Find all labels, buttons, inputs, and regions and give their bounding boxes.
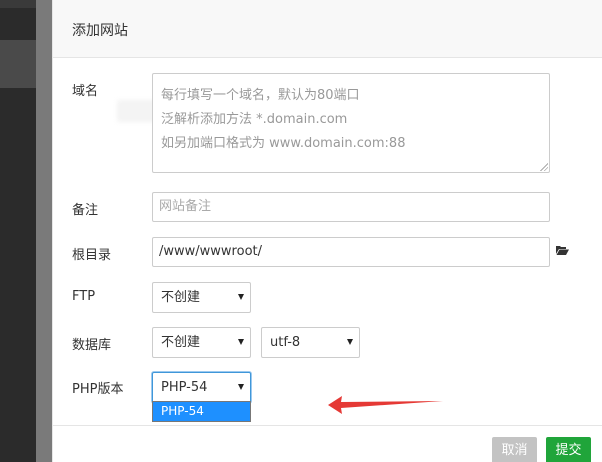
php-version-dropdown: PHP-54 <box>152 401 251 422</box>
chevron-down-icon <box>238 339 244 345</box>
folder-open-icon[interactable] <box>556 245 569 255</box>
dialog-title: 添加网站 <box>72 23 128 39</box>
chevron-down-icon <box>347 339 353 345</box>
cancel-button[interactable]: 取消 <box>492 437 537 462</box>
chevron-down-icon <box>238 294 244 300</box>
database-select-value: 不创建 <box>161 335 201 350</box>
annotation-arrow-icon <box>328 396 443 414</box>
ftp-label: FTP <box>72 289 96 304</box>
resize-grip-icon[interactable] <box>540 163 548 171</box>
domain-placeholder-line: 每行填写一个域名，默认为80端口 <box>161 88 360 103</box>
domain-label: 域名 <box>72 84 99 99</box>
root-dir-input[interactable]: /www/wwwroot/ <box>152 237 550 267</box>
charset-select[interactable]: utf-8 <box>261 327 360 358</box>
remark-input[interactable]: 网站备注 <box>152 192 550 222</box>
php-version-label: PHP版本 <box>72 382 124 397</box>
domain-textarea[interactable]: 每行填写一个域名，默认为80端口 泛解析添加方法 *.domain.com 如另… <box>152 73 550 173</box>
root-dir-label: 根目录 <box>72 248 112 263</box>
php-version-option[interactable]: PHP-54 <box>153 402 250 421</box>
ftp-select[interactable]: 不创建 <box>152 282 251 313</box>
backdrop-strip <box>36 0 52 462</box>
charset-select-value: utf-8 <box>270 335 301 350</box>
dialog-footer: 取消 提交 <box>53 425 602 462</box>
php-version-select[interactable]: PHP-54 <box>152 372 251 403</box>
dialog-header: 添加网站 <box>53 0 602 58</box>
submit-button[interactable]: 提交 <box>546 437 591 462</box>
database-select[interactable]: 不创建 <box>152 327 251 358</box>
add-site-dialog: 添加网站 域名 每行填写一个域名，默认为80端口 泛解析添加方法 *.domai… <box>52 0 602 462</box>
domain-placeholder-line: 泛解析添加方法 *.domain.com <box>161 112 348 127</box>
domain-placeholder-line: 如另加端口格式为 www.domain.com:88 <box>161 136 406 151</box>
remark-label: 备注 <box>72 203 99 218</box>
php-version-select-value: PHP-54 <box>161 380 208 395</box>
database-label: 数据库 <box>72 338 112 353</box>
ftp-select-value: 不创建 <box>161 290 201 305</box>
page-backdrop <box>0 0 52 462</box>
chevron-down-icon <box>238 384 244 390</box>
